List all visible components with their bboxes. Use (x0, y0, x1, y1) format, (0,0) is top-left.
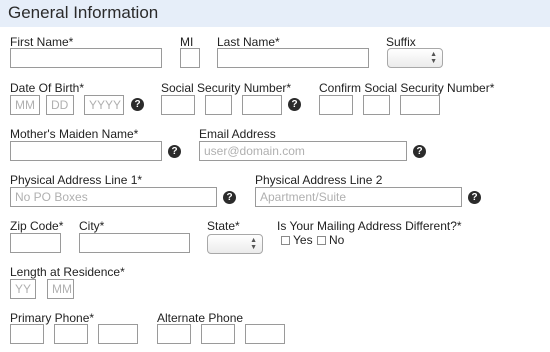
confirm-ssn-part2-input[interactable] (363, 95, 390, 115)
address2-label: Physical Address Line 2 (255, 173, 383, 187)
first-name-input[interactable] (10, 48, 162, 68)
alternate-phone-prefix-input[interactable] (201, 324, 235, 344)
ssn-part1-input[interactable] (161, 95, 195, 115)
confirm-ssn-part1-input[interactable] (319, 95, 353, 115)
ssn-part3-input[interactable] (242, 95, 282, 115)
alternate-phone-area-input[interactable] (157, 324, 191, 344)
suffix-label: Suffix (386, 35, 416, 49)
suffix-select[interactable]: ▲ ▼ (387, 48, 443, 68)
primary-phone-prefix-input[interactable] (54, 324, 88, 344)
select-arrows-icon: ▲ ▼ (250, 237, 257, 251)
select-arrows-icon: ▲ ▼ (430, 51, 437, 65)
mailing-different-label: Is Your Mailing Address Different?* (277, 219, 462, 233)
dob-month-input[interactable]: MM (10, 95, 40, 115)
section-header: General Information (0, 0, 550, 27)
email-label: Email Address (199, 127, 276, 141)
last-name-input[interactable] (217, 48, 369, 68)
zip-input[interactable] (10, 233, 61, 253)
primary-phone-area-input[interactable] (10, 324, 44, 344)
email-help-icon[interactable]: ? (413, 145, 426, 158)
city-input[interactable] (79, 233, 190, 253)
primary-phone-line-input[interactable] (98, 324, 138, 344)
alternate-phone-label: Alternate Phone (157, 311, 244, 325)
address1-help-icon[interactable]: ? (223, 191, 236, 204)
address2-input[interactable]: Apartment/Suite (255, 187, 462, 207)
maiden-name-input[interactable] (10, 141, 162, 161)
mailing-no-label: No (329, 233, 345, 247)
address1-label: Physical Address Line 1* (10, 173, 143, 187)
dob-help-icon[interactable]: ? (131, 98, 144, 111)
maiden-name-help-icon[interactable]: ? (168, 145, 181, 158)
ssn-label: Social Security Number* (161, 81, 292, 95)
alternate-phone-line-input[interactable] (245, 324, 285, 344)
address1-input[interactable]: No PO Boxes (10, 187, 217, 207)
maiden-name-label: Mother's Maiden Name* (10, 127, 139, 141)
confirm-ssn-part3-input[interactable] (400, 95, 440, 115)
dob-year-input[interactable]: YYYY (84, 95, 124, 115)
dob-label: Date Of Birth* (10, 81, 85, 95)
mailing-yes-label: Yes (293, 233, 313, 247)
residence-months-input[interactable]: MM (47, 279, 74, 299)
mailing-no-checkbox[interactable] (317, 236, 326, 245)
mi-label: MI (180, 35, 194, 49)
dob-day-input[interactable]: DD (46, 95, 74, 115)
state-label: State* (207, 219, 240, 233)
address2-help-icon[interactable]: ? (468, 191, 481, 204)
first-name-label: First Name* (10, 35, 74, 49)
residence-years-input[interactable]: YY (10, 279, 36, 299)
email-input[interactable]: user@domain.com (199, 141, 407, 161)
zip-label: Zip Code* (10, 219, 64, 233)
mailing-yes-checkbox[interactable] (281, 236, 290, 245)
ssn-part2-input[interactable] (205, 95, 232, 115)
section-title: General Information (8, 3, 159, 22)
confirm-ssn-label: Confirm Social Security Number* (319, 81, 495, 95)
ssn-help-icon[interactable]: ? (288, 98, 301, 111)
last-name-label: Last Name* (217, 35, 280, 49)
state-select[interactable]: ▲ ▼ (207, 234, 263, 254)
primary-phone-label: Primary Phone* (10, 311, 95, 325)
length-residence-label: Length at Residence* (10, 265, 125, 279)
city-label: City* (79, 219, 105, 233)
middle-initial-input[interactable] (180, 48, 200, 68)
